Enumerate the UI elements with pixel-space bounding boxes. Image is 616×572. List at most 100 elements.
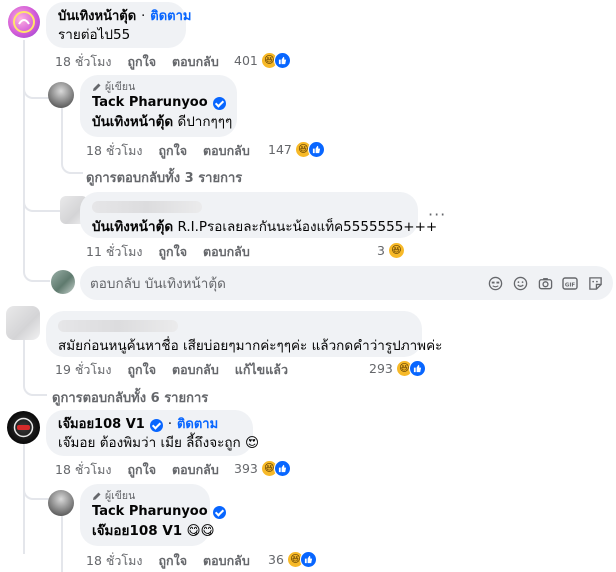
reaction-summary[interactable]: 3 😆 xyxy=(377,242,405,259)
reply-button[interactable]: ตอบกลับ xyxy=(203,553,250,569)
reply-time[interactable]: 18 ชั่วโมง xyxy=(86,553,142,569)
author-badge-label: ผู้เขียน xyxy=(105,81,136,93)
verified-icon xyxy=(149,418,163,432)
blurred-name xyxy=(92,201,202,213)
comment-time[interactable]: 18 ชั่วโมง xyxy=(55,54,111,70)
thread-line xyxy=(61,104,63,160)
like-button[interactable]: ถูกใจ xyxy=(127,54,156,70)
view-replies-link[interactable]: ดูการตอบกลับทั้ง 6 รายการ xyxy=(52,387,208,408)
like-reaction-icon xyxy=(273,52,291,69)
view-replies-link[interactable]: ดูการตอบกลับทั้ง 3 รายการ xyxy=(86,167,242,188)
reply-bubble: ผู้เขียน Tack Pharunyoo เจ๊มอย108 V1 😋😋 xyxy=(80,484,226,546)
reply-actions: 11 ชั่วโมง ถูกใจ ตอบกลับ xyxy=(86,244,266,260)
avatar[interactable] xyxy=(48,490,74,516)
reaction-count: 36 xyxy=(268,552,284,567)
reply-input[interactable]: ตอบกลับ บันเทิงหน้าตุ้ด GIF xyxy=(80,266,613,300)
like-button[interactable]: ถูกใจ xyxy=(158,244,187,260)
reaction-summary[interactable]: 293 😆 xyxy=(369,360,426,377)
like-button[interactable]: ถูกใจ xyxy=(127,362,156,378)
mentioned-name[interactable]: บันเทิงหน้าตุ้ด xyxy=(92,114,173,130)
avatar[interactable] xyxy=(48,82,74,108)
comment-bubble: บันเทิงหน้าตุ้ด · ติดตาม รายต่อไป55 xyxy=(46,2,191,48)
reply-button[interactable]: ตอบกลับ xyxy=(203,244,250,260)
sticker-icon[interactable] xyxy=(587,275,603,291)
commenter-name[interactable]: บันเทิงหน้าตุ้ด xyxy=(58,9,136,25)
more-options-button[interactable]: ··· xyxy=(428,205,446,224)
comment-actions: 19 ชั่วโมง ถูกใจ ตอบกลับ แก้ไขแล้ว xyxy=(55,362,304,378)
reaction-count: 147 xyxy=(268,142,292,157)
like-reaction-icon xyxy=(408,360,426,377)
pencil-icon xyxy=(93,492,101,500)
mentioned-name[interactable]: เจ๊มอย108 V1 xyxy=(92,523,182,539)
comment-text: เจ๊มอย ต้องพิมว่า เมีย ลี้ถึงจะถูก xyxy=(58,435,241,451)
reply-actions: 18 ชั่วโมง ถูกใจ ตอบกลับ xyxy=(86,143,266,159)
mentioned-name[interactable]: บันเทิงหน้าตุ้ด xyxy=(92,219,173,235)
comment-text: รายต่อไป55 xyxy=(58,27,131,43)
avatar[interactable] xyxy=(7,411,40,444)
reaction-summary[interactable]: 147 😆 xyxy=(268,141,325,158)
reply-time[interactable]: 18 ชั่วโมง xyxy=(86,143,142,159)
separator-dot: · xyxy=(167,417,172,432)
like-button[interactable]: ถูกใจ xyxy=(158,143,187,159)
reply-input-placeholder: ตอบกลับ บันเทิงหน้าตุ้ด xyxy=(90,276,226,292)
like-button[interactable]: ถูกใจ xyxy=(158,553,187,569)
thread-line xyxy=(61,514,63,572)
reaction-count: 393 xyxy=(234,461,258,476)
pencil-icon xyxy=(93,83,101,91)
thread-line xyxy=(23,40,25,262)
follow-button[interactable]: ติดตาม xyxy=(150,9,191,25)
reply-actions: 18 ชั่วโมง ถูกใจ ตอบกลับ xyxy=(86,553,266,569)
commenter-name[interactable]: เจ๊มอย108 V1 xyxy=(58,417,145,433)
avatar-logo-icon xyxy=(13,417,34,438)
thread-connector xyxy=(23,480,51,500)
comment-time[interactable]: 19 ชั่วโมง xyxy=(55,362,111,378)
heart-eyes-emoji-icon: 😍 xyxy=(245,435,260,451)
avatar[interactable] xyxy=(8,6,40,38)
reaction-count: 293 xyxy=(369,361,393,376)
reply-button[interactable]: ตอบกลับ xyxy=(172,54,219,70)
wink-tongue-emoji-icon: 😋😋 xyxy=(186,523,215,539)
reply-bubble: ผู้เขียน Tack Pharunyoo บันเทิงหน้าตุ้ด … xyxy=(80,75,237,137)
comment-text: สมัยก่อนหนูค้นหาชื่อ เสียบ่อยๆมากค่ะๆๆค่… xyxy=(58,338,443,354)
replier-name[interactable]: Tack Pharunyoo xyxy=(92,95,208,111)
reaction-summary[interactable]: 401 😆 xyxy=(234,52,291,69)
like-reaction-icon xyxy=(307,141,325,158)
reaction-count: 401 xyxy=(234,53,258,68)
avatar-sticker-icon[interactable] xyxy=(487,275,503,291)
svg-text:GIF: GIF xyxy=(565,282,576,288)
reply-text: ดีปากๆๆๆ xyxy=(177,114,233,130)
comment-bubble: สมัยก่อนหนูค้นหาชื่อ เสียบ่อยๆมากค่ะๆๆค่… xyxy=(46,311,443,357)
separator-dot: · xyxy=(141,9,146,24)
camera-icon[interactable] xyxy=(537,275,553,291)
current-user-avatar[interactable] xyxy=(51,270,75,294)
verified-icon xyxy=(212,505,226,519)
thread-connector xyxy=(23,87,51,99)
comment-time[interactable]: 18 ชั่วโมง xyxy=(55,462,111,478)
blurred-name xyxy=(58,320,178,332)
like-button[interactable]: ถูกใจ xyxy=(127,462,156,478)
comment-actions: 18 ชั่วโมง ถูกใจ ตอบกลับ xyxy=(55,54,235,70)
reply-time[interactable]: 11 ชั่วโมง xyxy=(86,244,142,260)
avatar-logo-icon xyxy=(13,11,35,33)
avatar[interactable] xyxy=(6,306,40,340)
like-reaction-icon xyxy=(273,460,291,477)
verified-icon xyxy=(212,96,226,110)
comment-actions: 18 ชั่วโมง ถูกใจ ตอบกลับ xyxy=(55,462,235,478)
reply-text: R.I.Pรอเลยละกันนะน้องแท็ค5555555+++ xyxy=(177,219,438,235)
replier-name[interactable]: Tack Pharunyoo xyxy=(92,504,208,520)
like-reaction-icon xyxy=(299,551,317,568)
reply-button[interactable]: ตอบกลับ xyxy=(172,462,219,478)
emoji-icon[interactable] xyxy=(512,275,528,291)
edited-label: แก้ไขแล้ว xyxy=(234,362,288,377)
reply-button[interactable]: ตอบกลับ xyxy=(172,362,219,378)
thread-connector xyxy=(23,188,63,212)
follow-button[interactable]: ติดตาม xyxy=(177,417,218,433)
author-badge-label: ผู้เขียน xyxy=(105,490,136,502)
reaction-summary[interactable]: 393 😆 xyxy=(234,460,291,477)
thread-line xyxy=(23,444,25,554)
reply-button[interactable]: ตอบกลับ xyxy=(203,143,250,159)
gif-icon[interactable]: GIF xyxy=(562,275,578,291)
reaction-count: 3 xyxy=(377,243,385,258)
thread-connector xyxy=(23,256,50,282)
reaction-summary[interactable]: 36 😆 xyxy=(268,551,317,568)
